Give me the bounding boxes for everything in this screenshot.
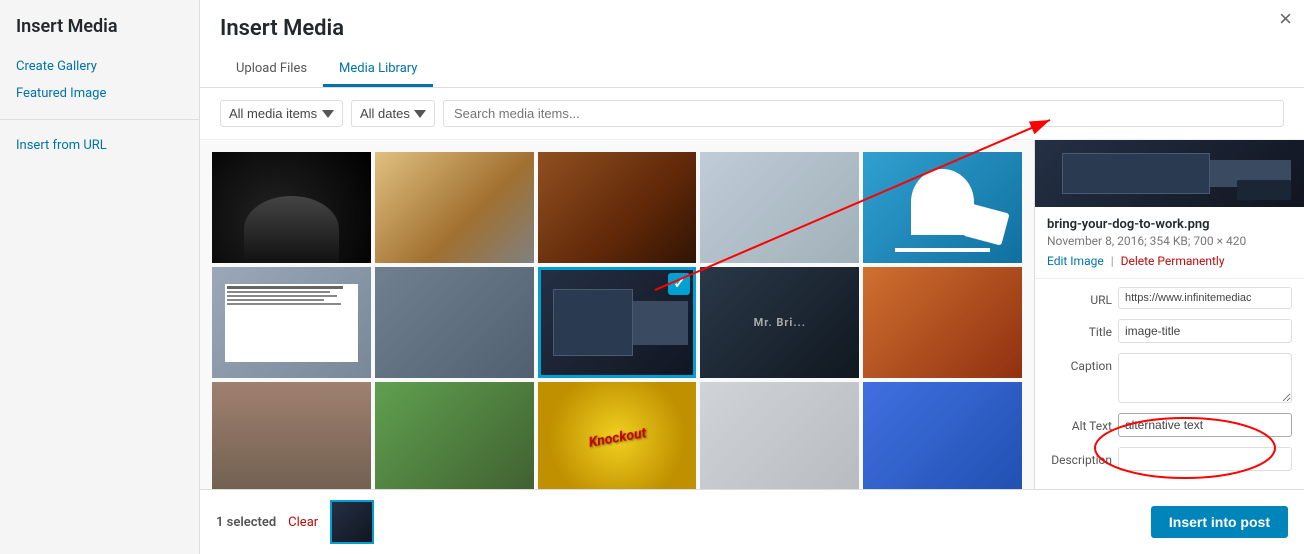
media-thumb[interactable]: Mr. Bri...: [700, 267, 859, 378]
main-content: Insert Media Upload Files Media Library …: [200, 0, 1304, 554]
delete-permanently-link[interactable]: Delete Permanently: [1121, 254, 1225, 268]
tab-media-library[interactable]: Media Library: [323, 53, 433, 87]
url-label: URL: [1047, 287, 1112, 307]
insert-media-modal: Insert Media Create Gallery Featured Ima…: [0, 0, 1304, 554]
tab-upload-files[interactable]: Upload Files: [220, 53, 323, 87]
sidebar-divider: [0, 119, 199, 120]
caption-input[interactable]: [1118, 353, 1292, 403]
insert-into-post-button[interactable]: Insert into post: [1151, 506, 1288, 538]
sidebar-item-create-gallery[interactable]: Create Gallery: [0, 53, 199, 80]
close-button[interactable]: ×: [1279, 8, 1292, 30]
media-thumb[interactable]: [212, 382, 371, 489]
media-thumb[interactable]: [863, 382, 1022, 489]
description-field-row: Description: [1047, 447, 1292, 471]
url-input[interactable]: [1118, 287, 1292, 309]
media-thumb[interactable]: [863, 152, 1022, 263]
media-thumb[interactable]: Knockout: [538, 382, 697, 489]
media-thumb-selected[interactable]: ✓: [538, 267, 697, 378]
alt-text-input[interactable]: [1118, 413, 1292, 437]
alt-text-label: Alt Text: [1047, 413, 1112, 433]
selected-check: ✓: [668, 273, 690, 295]
caption-label: Caption: [1047, 353, 1112, 373]
sidebar-item-insert-from-url[interactable]: Insert from URL: [0, 132, 199, 159]
right-panel: bring-your-dog-to-work.png November 8, 2…: [1034, 140, 1304, 489]
sidebar: Insert Media Create Gallery Featured Ima…: [0, 0, 200, 554]
modal-title: Insert Media: [220, 16, 1284, 41]
attachment-preview: [1035, 140, 1304, 207]
media-thumb[interactable]: [538, 152, 697, 263]
media-thumb[interactable]: [375, 382, 534, 489]
selected-count: 1 selected: [216, 515, 276, 530]
caption-field-row: Caption: [1047, 353, 1292, 403]
url-field-row: URL: [1047, 287, 1292, 309]
media-items-filter[interactable]: All media items: [220, 100, 343, 127]
title-input[interactable]: [1118, 319, 1292, 343]
media-thumb[interactable]: [375, 152, 534, 263]
media-grid-container: ✓ Mr. Bri...: [200, 140, 1034, 489]
attachment-filename: bring-your-dog-to-work.png: [1047, 217, 1292, 232]
sidebar-title: Insert Media: [0, 16, 199, 53]
title-field-row: Title: [1047, 319, 1292, 343]
media-thumb[interactable]: [375, 267, 534, 378]
selected-thumb-preview: [330, 500, 374, 544]
attachment-meta: November 8, 2016; 354 KB; 700 × 420: [1047, 234, 1292, 248]
clear-link[interactable]: Clear: [288, 515, 318, 530]
separator: |: [1111, 254, 1117, 268]
modal-header: Insert Media Upload Files Media Library: [200, 0, 1304, 88]
dates-filter[interactable]: All dates: [351, 100, 435, 127]
media-thumb[interactable]: [212, 152, 371, 263]
title-label: Title: [1047, 319, 1112, 339]
media-thumb[interactable]: [212, 267, 371, 378]
alt-text-field-row: Alt Text: [1047, 413, 1292, 437]
filters-bar: All media items All dates: [200, 88, 1304, 140]
description-label: Description: [1047, 447, 1112, 467]
attachment-info: bring-your-dog-to-work.png November 8, 2…: [1035, 207, 1304, 279]
search-input[interactable]: [443, 100, 1284, 127]
attachment-actions: Edit Image | Delete Permanently: [1047, 254, 1292, 268]
media-area: ✓ Mr. Bri...: [200, 140, 1304, 489]
sidebar-item-featured-image[interactable]: Featured Image: [0, 80, 199, 107]
media-grid: ✓ Mr. Bri...: [212, 152, 1022, 489]
edit-image-link[interactable]: Edit Image: [1047, 254, 1104, 268]
media-thumb[interactable]: [700, 152, 859, 263]
bottom-bar: 1 selected Clear Insert into post: [200, 489, 1304, 554]
media-thumb[interactable]: [700, 382, 859, 489]
tabs: Upload Files Media Library: [220, 53, 1284, 87]
media-thumb[interactable]: [863, 267, 1022, 378]
description-input[interactable]: [1118, 447, 1292, 471]
attachment-fields: URL Title Caption Alt Text: [1035, 279, 1304, 489]
